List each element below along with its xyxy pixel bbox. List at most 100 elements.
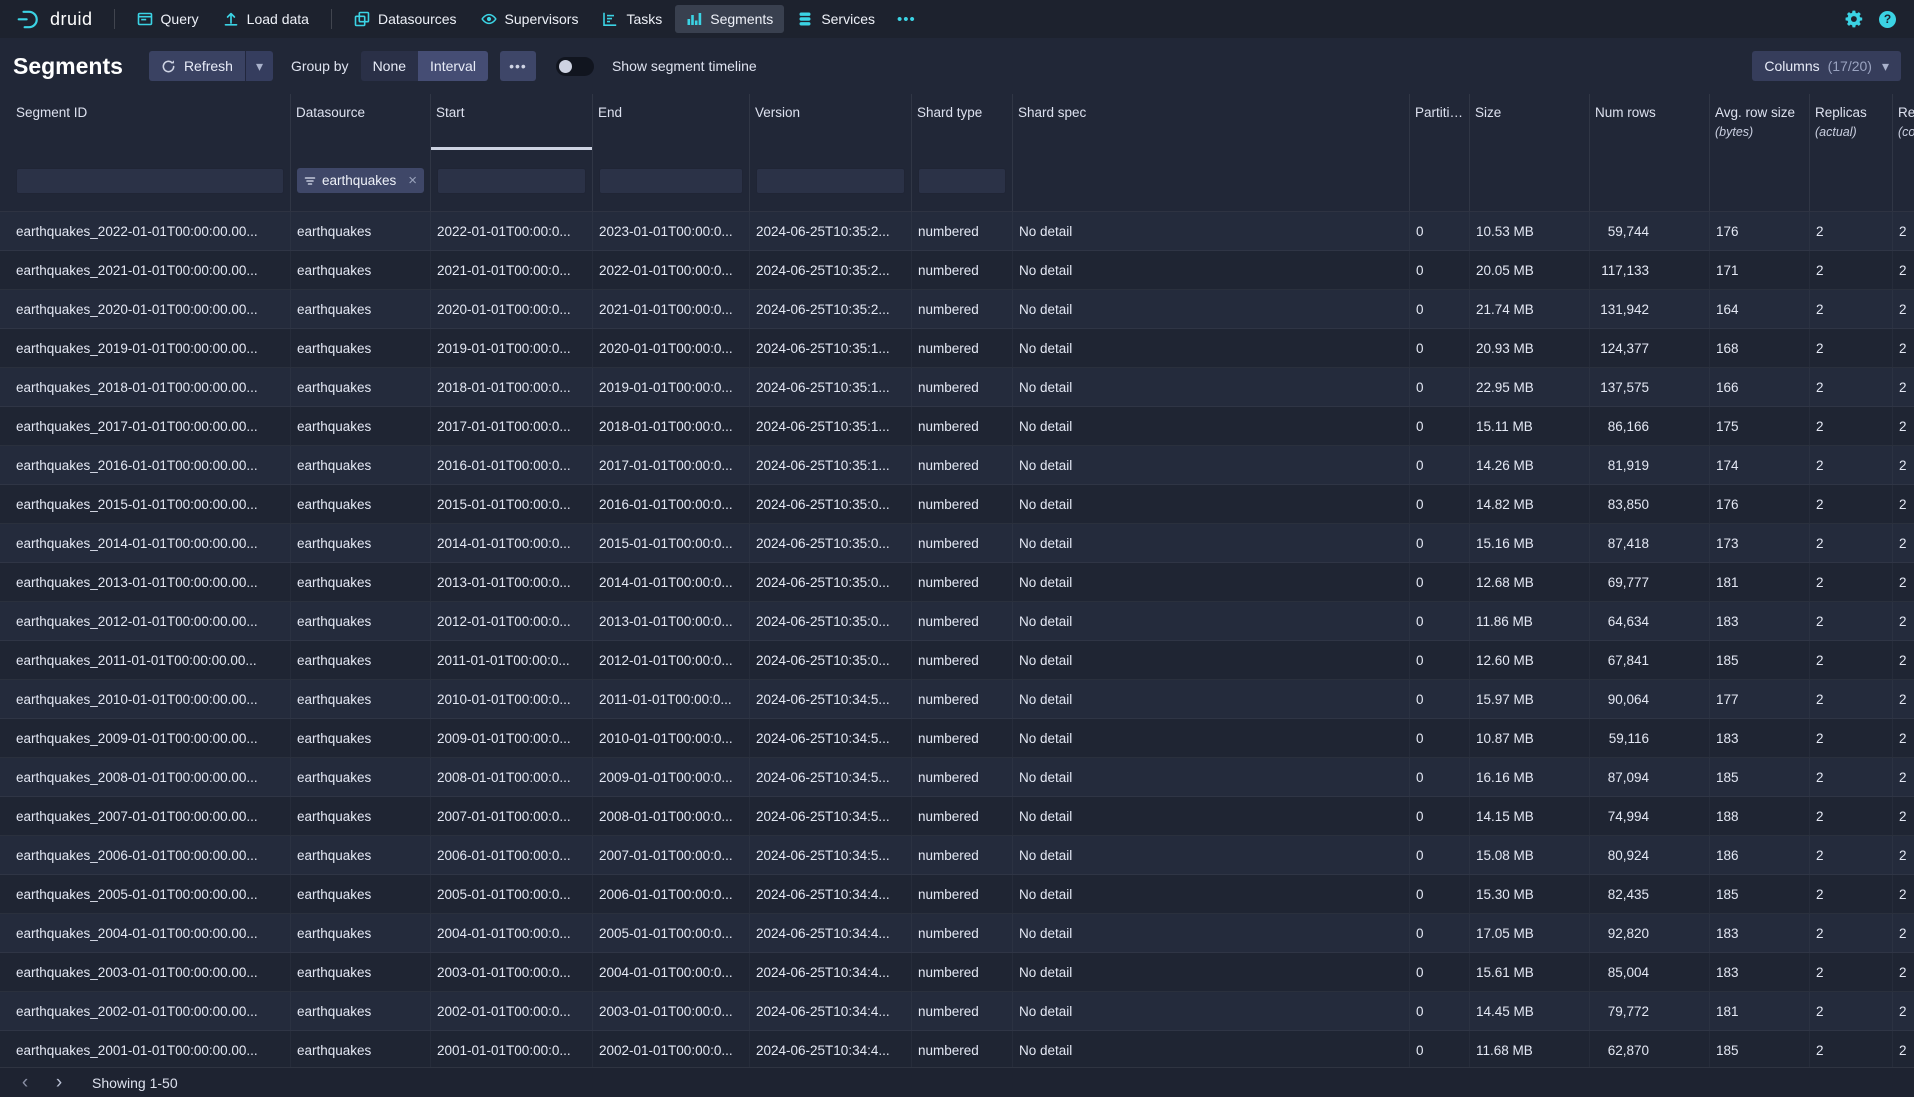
column-header-avg-row-size[interactable]: Avg. row size(bytes) [1710,94,1810,150]
column-header-partition[interactable]: Partition [1410,94,1470,150]
cell-replicas[interactable]: 2 [1810,758,1893,796]
cell-avg-row-size[interactable]: 176 [1710,485,1810,523]
cell-segment-id[interactable]: earthquakes_2004-01-01T00:00:00.00... [0,914,291,952]
cell-end[interactable]: 2020-01-01T00:00:0... [593,329,750,367]
cell-shard-spec[interactable]: No detail [1013,407,1410,445]
cell-partition[interactable]: 0 [1410,719,1470,757]
group-by-interval-button[interactable]: Interval [418,51,488,81]
cell-replication-factor[interactable]: 2 [1893,719,1914,757]
cell-partition[interactable]: 0 [1410,251,1470,289]
cell-datasource[interactable]: earthquakes [291,914,431,952]
cell-shard-type[interactable]: numbered [912,524,1013,562]
cell-start[interactable]: 2003-01-01T00:00:0... [431,953,593,991]
cell-start[interactable]: 2022-01-01T00:00:0... [431,212,593,250]
cell-partition[interactable]: 0 [1410,485,1470,523]
cell-partition[interactable]: 0 [1410,875,1470,913]
cell-end[interactable]: 2002-01-01T00:00:0... [593,1031,750,1067]
column-header-replicas[interactable]: Replicas(actual) [1810,94,1893,150]
help-icon[interactable]: ? [1879,11,1896,28]
cell-start[interactable]: 2007-01-01T00:00:0... [431,797,593,835]
nav-item-datasources[interactable]: Datasources [343,5,468,33]
cell-size[interactable]: 15.61 MB [1470,953,1590,991]
cell-datasource[interactable]: earthquakes [291,719,431,757]
cell-partition[interactable]: 0 [1410,992,1470,1030]
cell-replicas[interactable]: 2 [1810,641,1893,679]
cell-start[interactable]: 2015-01-01T00:00:0... [431,485,593,523]
cell-end[interactable]: 2019-01-01T00:00:0... [593,368,750,406]
column-header-shard-type[interactable]: Shard type [912,94,1013,150]
cell-end[interactable]: 2009-01-01T00:00:0... [593,758,750,796]
cell-replication-factor[interactable]: 2 [1893,602,1914,640]
refresh-caret-button[interactable]: ▾ [245,51,273,81]
cell-version[interactable]: 2024-06-25T10:34:4... [750,992,912,1030]
cell-avg-row-size[interactable]: 188 [1710,797,1810,835]
cell-replication-factor[interactable]: 2 [1893,836,1914,874]
cell-version[interactable]: 2024-06-25T10:35:1... [750,329,912,367]
cell-size[interactable]: 16.16 MB [1470,758,1590,796]
cell-partition[interactable]: 0 [1410,602,1470,640]
cell-shard-type[interactable]: numbered [912,758,1013,796]
cell-datasource[interactable]: earthquakes [291,758,431,796]
cell-partition[interactable]: 0 [1410,797,1470,835]
cell-start[interactable]: 2001-01-01T00:00:0... [431,1031,593,1067]
cell-shard-type[interactable]: numbered [912,329,1013,367]
column-header-replication-factor[interactable]: Replication factor(configured) [1893,94,1914,150]
cell-replication-factor[interactable]: 2 [1893,992,1914,1030]
cell-version[interactable]: 2024-06-25T10:34:5... [750,680,912,718]
toolbar-more-button[interactable]: ••• [500,51,536,81]
cell-version[interactable]: 2024-06-25T10:34:5... [750,836,912,874]
cell-version[interactable]: 2024-06-25T10:35:2... [750,212,912,250]
cell-avg-row-size[interactable]: 185 [1710,641,1810,679]
cell-start[interactable]: 2014-01-01T00:00:0... [431,524,593,562]
cell-version[interactable]: 2024-06-25T10:35:2... [750,251,912,289]
cell-partition[interactable]: 0 [1410,758,1470,796]
cell-datasource[interactable]: earthquakes [291,602,431,640]
cell-end[interactable]: 2004-01-01T00:00:0... [593,953,750,991]
cell-version[interactable]: 2024-06-25T10:34:4... [750,914,912,952]
cell-segment-id[interactable]: earthquakes_2007-01-01T00:00:00.00... [0,797,291,835]
cell-segment-id[interactable]: earthquakes_2018-01-01T00:00:00.00... [0,368,291,406]
nav-item-load-data[interactable]: Load data [212,5,320,33]
cell-avg-row-size[interactable]: 175 [1710,407,1810,445]
cell-shard-spec[interactable]: No detail [1013,914,1410,952]
cell-start[interactable]: 2005-01-01T00:00:0... [431,875,593,913]
cell-shard-type[interactable]: numbered [912,992,1013,1030]
cell-end[interactable]: 2008-01-01T00:00:0... [593,797,750,835]
remove-filter-icon[interactable]: × [408,172,417,189]
cell-replication-factor[interactable]: 2 [1893,914,1914,952]
nav-item-query[interactable]: Query [126,5,210,33]
cell-replication-factor[interactable]: 2 [1893,407,1914,445]
cell-shard-type[interactable]: numbered [912,485,1013,523]
cell-end[interactable]: 2007-01-01T00:00:0... [593,836,750,874]
version-filter-input[interactable] [756,168,905,194]
cell-num-rows[interactable]: 117,133 [1590,251,1710,289]
cell-segment-id[interactable]: earthquakes_2001-01-01T00:00:00.00... [0,1031,291,1067]
cell-version[interactable]: 2024-06-25T10:35:1... [750,368,912,406]
cell-shard-type[interactable]: numbered [912,212,1013,250]
cell-size[interactable]: 17.05 MB [1470,914,1590,952]
cell-shard-spec[interactable]: No detail [1013,719,1410,757]
cell-end[interactable]: 2003-01-01T00:00:0... [593,992,750,1030]
cell-shard-spec[interactable]: No detail [1013,212,1410,250]
cell-replication-factor[interactable]: 2 [1893,368,1914,406]
column-header-shard-spec[interactable]: Shard spec [1013,94,1410,150]
cell-num-rows[interactable]: 80,924 [1590,836,1710,874]
nav-item-services[interactable]: Services [786,5,886,33]
cell-replicas[interactable]: 2 [1810,914,1893,952]
cell-end[interactable]: 2013-01-01T00:00:0... [593,602,750,640]
cell-version[interactable]: 2024-06-25T10:35:0... [750,641,912,679]
cell-replicas[interactable]: 2 [1810,290,1893,328]
cell-segment-id[interactable]: earthquakes_2019-01-01T00:00:00.00... [0,329,291,367]
cell-start[interactable]: 2011-01-01T00:00:0... [431,641,593,679]
cell-replication-factor[interactable]: 2 [1893,641,1914,679]
cell-segment-id[interactable]: earthquakes_2015-01-01T00:00:00.00... [0,485,291,523]
cell-num-rows[interactable]: 87,094 [1590,758,1710,796]
cell-size[interactable]: 20.93 MB [1470,329,1590,367]
cell-datasource[interactable]: earthquakes [291,290,431,328]
next-page-button[interactable]: › [44,1071,74,1095]
cell-datasource[interactable]: earthquakes [291,680,431,718]
cell-end[interactable]: 2017-01-01T00:00:0... [593,446,750,484]
column-header-datasource[interactable]: Datasource [291,94,431,150]
cell-size[interactable]: 14.15 MB [1470,797,1590,835]
cell-shard-type[interactable]: numbered [912,290,1013,328]
